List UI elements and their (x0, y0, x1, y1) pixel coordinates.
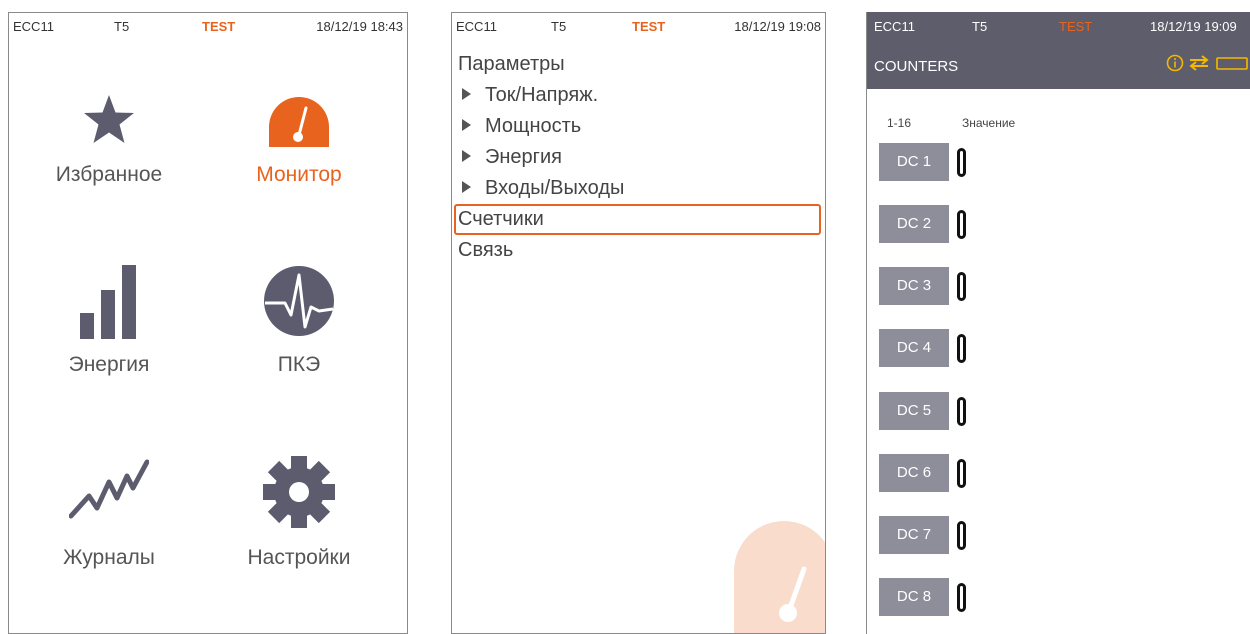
status-bar: ECC11 T5 TEST 18/12/19 18:43 (9, 19, 407, 39)
mode-badge: TEST (202, 19, 236, 34)
tile-monitor[interactable]: Монитор (199, 93, 399, 223)
device-id: T5 (551, 19, 567, 34)
counter-value-indicator (957, 459, 966, 488)
transfer-icon[interactable] (1188, 55, 1210, 71)
menu-item-energy[interactable]: Энергия (458, 142, 819, 173)
menu-item-parameters[interactable]: Параметры (458, 49, 819, 80)
counter-button-dc2[interactable]: DC 2 (879, 205, 949, 243)
menu-item-power[interactable]: Мощность (458, 111, 819, 142)
star-icon (84, 95, 134, 143)
counter-value-indicator (957, 210, 966, 239)
tile-label: Журналы (63, 546, 155, 569)
counter-value-indicator (957, 521, 966, 550)
tile-label: Монитор (256, 163, 342, 186)
counter-button-dc4[interactable]: DC 4 (879, 329, 949, 367)
datetime: 18/12/19 19:09 (1150, 19, 1237, 34)
tile-label: Настройки (247, 546, 351, 569)
tile-logs[interactable]: Журналы (9, 458, 209, 588)
main-menu-screen: ECC11 T5 TEST 18/12/19 18:43 Избранное М… (8, 12, 408, 634)
expand-arrow-icon (462, 149, 471, 162)
menu-item-current-voltage[interactable]: Ток/Напряж. (458, 80, 819, 111)
expand-arrow-icon (462, 118, 471, 131)
gear-icon (263, 456, 335, 528)
menu-item-inputs-outputs[interactable]: Входы/Выходы (458, 173, 819, 204)
monitor-menu-screen: ECC11 T5 TEST 18/12/19 19:08 Параметры Т… (451, 12, 826, 634)
device-name: ECC11 (874, 19, 915, 34)
device-id: T5 (972, 19, 988, 34)
menu-item-counters[interactable]: Счетчики (454, 204, 821, 235)
counter-value-indicator (957, 148, 966, 177)
tile-energy[interactable]: Энергия (9, 265, 209, 395)
battery-icon (1216, 57, 1248, 70)
expand-arrow-icon (462, 87, 471, 100)
column-header-range: 1-16 (887, 116, 912, 130)
header-bar: ECC11 T5 TEST 18/12/19 19:09 COUNTERS (867, 12, 1250, 89)
mode-badge: TEST (1059, 19, 1093, 34)
bar-chart-icon (80, 265, 136, 339)
counter-value-indicator (957, 272, 966, 301)
tile-label: Избранное (55, 163, 163, 186)
expand-arrow-icon (462, 180, 471, 193)
counter-value-indicator (957, 583, 966, 612)
counter-button-dc7[interactable]: DC 7 (879, 516, 949, 554)
counter-value-indicator (957, 397, 966, 426)
status-bar: ECC11 T5 TEST 18/12/19 19:08 (452, 19, 825, 39)
tile-label: Энергия (68, 353, 150, 376)
counter-button-dc8[interactable]: DC 8 (879, 578, 949, 616)
counter-button-dc1[interactable]: DC 1 (879, 143, 949, 181)
counter-button-dc6[interactable]: DC 6 (879, 454, 949, 492)
device-id: T5 (114, 19, 130, 34)
counter-value-indicator (957, 334, 966, 363)
datetime: 18/12/19 19:08 (734, 19, 821, 34)
counters-screen: ECC11 T5 TEST 18/12/19 19:09 COUNTERS 1-… (866, 12, 1250, 634)
tile-favorites[interactable]: Избранное (9, 93, 209, 223)
waveform-icon (264, 266, 334, 336)
counter-button-dc5[interactable]: DC 5 (879, 392, 949, 430)
tile-power-quality[interactable]: ПКЭ (199, 265, 399, 395)
tile-settings[interactable]: Настройки (199, 456, 399, 586)
device-name: ECC11 (456, 19, 497, 34)
datetime: 18/12/19 18:43 (316, 19, 403, 34)
menu-item-communication[interactable]: Связь (458, 235, 819, 266)
mode-badge: TEST (632, 19, 666, 34)
page-title: COUNTERS (874, 58, 959, 75)
column-header-value: Значение (962, 116, 1016, 130)
gauge-icon (269, 97, 329, 147)
trend-line-icon (69, 459, 149, 519)
tile-label: ПКЭ (277, 353, 321, 376)
device-name: ECC11 (13, 19, 54, 34)
info-icon[interactable] (1166, 54, 1184, 72)
menu-list: Параметры Ток/Напряж. Мощность Энергия В… (454, 49, 821, 266)
gauge-watermark-icon (734, 521, 825, 633)
counter-button-dc3[interactable]: DC 3 (879, 267, 949, 305)
